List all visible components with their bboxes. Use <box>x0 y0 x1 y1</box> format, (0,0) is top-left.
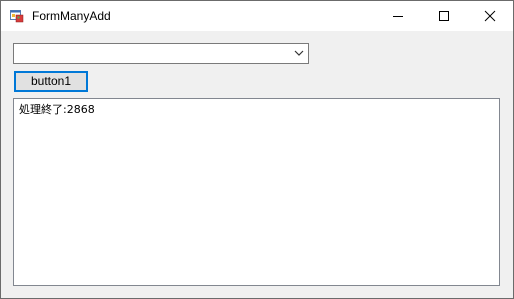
chevron-down-icon[interactable] <box>294 50 304 56</box>
button1[interactable]: button1 <box>14 71 88 92</box>
title-bar[interactable]: FormManyAdd <box>1 1 513 31</box>
output-text: 処理終了:2868 <box>19 103 95 116</box>
output-textbox[interactable]: 処理終了:2868 <box>13 98 500 286</box>
close-icon <box>484 10 496 22</box>
maximize-icon <box>439 11 449 21</box>
app-window: FormManyAdd button1 処理終了:2868 <box>0 0 514 299</box>
close-button[interactable] <box>467 1 513 31</box>
minimize-icon <box>393 16 403 17</box>
combo-box[interactable] <box>13 43 309 64</box>
window-title: FormManyAdd <box>32 9 111 23</box>
maximize-button[interactable] <box>421 1 467 31</box>
app-icon[interactable] <box>10 9 24 23</box>
minimize-button[interactable] <box>375 1 421 31</box>
